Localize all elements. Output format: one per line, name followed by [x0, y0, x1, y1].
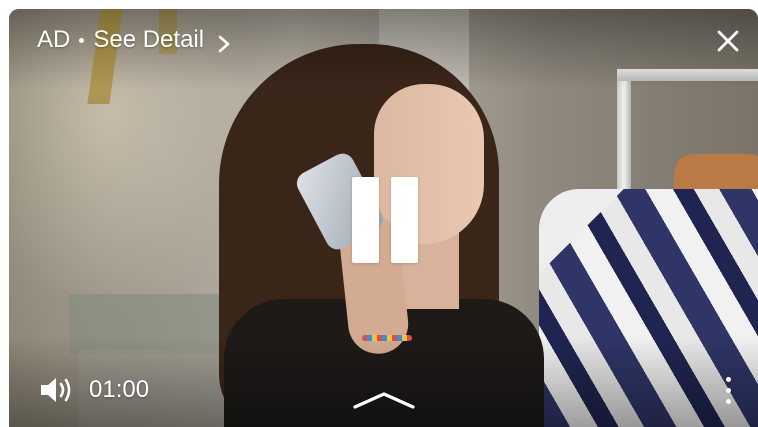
- close-icon: [717, 30, 739, 52]
- more-options-button[interactable]: [721, 377, 735, 415]
- volume-icon: [41, 378, 71, 402]
- ad-tag: AD: [37, 26, 71, 53]
- separator-dot: [79, 37, 85, 43]
- chevron-up-icon: [353, 392, 415, 409]
- chevron-right-icon: [216, 31, 232, 53]
- playback-time: 01:00: [89, 376, 150, 403]
- pause-button[interactable]: [349, 177, 421, 265]
- more-vertical-icon: [721, 377, 735, 404]
- volume-button[interactable]: [39, 375, 75, 405]
- see-detail-label: See Detail: [93, 26, 205, 53]
- pause-icon-bar: [391, 177, 418, 263]
- expand-button[interactable]: [351, 389, 417, 411]
- pause-icon: [352, 177, 379, 263]
- close-button[interactable]: [714, 27, 742, 55]
- video-ad-player[interactable]: AD See Detail 01:00: [9, 9, 758, 427]
- playback-info: 01:00: [39, 375, 149, 405]
- see-detail-link[interactable]: AD See Detail: [37, 25, 232, 55]
